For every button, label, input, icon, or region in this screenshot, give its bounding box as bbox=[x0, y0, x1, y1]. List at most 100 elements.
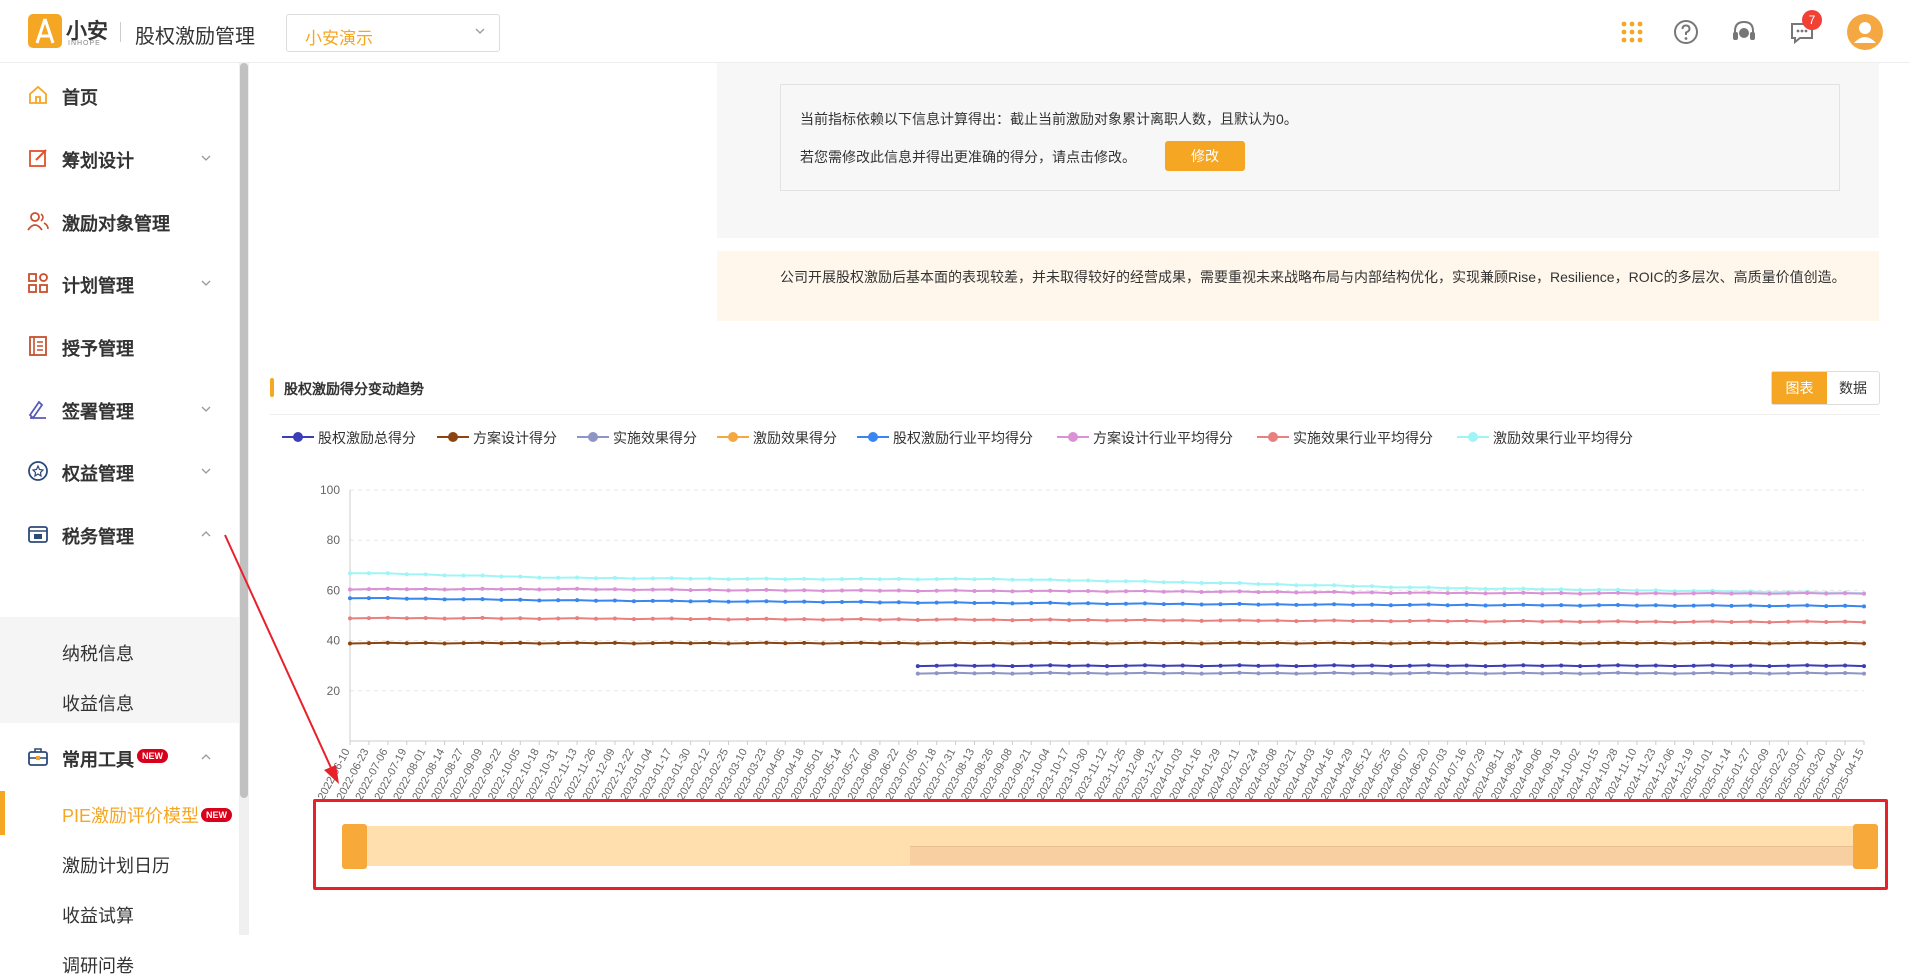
data-point bbox=[612, 640, 617, 645]
data-point bbox=[1294, 590, 1299, 595]
sidebar-item-planning[interactable]: 筹划设计 bbox=[0, 133, 240, 183]
data-point bbox=[1199, 590, 1204, 594]
data-point bbox=[366, 587, 371, 592]
data-point bbox=[1142, 663, 1147, 668]
data-point bbox=[1010, 618, 1015, 623]
data-point bbox=[1048, 617, 1053, 622]
data-point bbox=[1105, 641, 1109, 646]
data-point bbox=[1275, 640, 1280, 645]
sidebar-subitem-income-calc[interactable]: 收益试算 bbox=[62, 902, 134, 928]
data-point bbox=[1029, 641, 1034, 646]
data-point bbox=[1237, 601, 1242, 606]
data-point bbox=[764, 599, 769, 604]
data-point bbox=[499, 641, 504, 646]
data-point bbox=[480, 640, 485, 645]
y-tick-label: 40 bbox=[327, 634, 341, 648]
data-point bbox=[631, 641, 636, 646]
sidebar-item-equity[interactable]: 权益管理 bbox=[0, 446, 240, 496]
tab-chart[interactable]: 图表 bbox=[1772, 372, 1827, 404]
data-point bbox=[1388, 664, 1393, 669]
data-point bbox=[934, 577, 939, 582]
data-point bbox=[575, 598, 580, 603]
modify-button[interactable]: 修改 bbox=[1165, 141, 1245, 171]
data-point bbox=[821, 577, 826, 582]
data-point bbox=[1086, 617, 1091, 622]
legend-marker bbox=[1057, 432, 1089, 442]
data-point bbox=[972, 641, 977, 646]
data-point bbox=[859, 640, 863, 645]
data-point bbox=[802, 599, 807, 604]
data-point bbox=[1710, 591, 1715, 595]
data-point bbox=[1729, 603, 1734, 608]
data-point bbox=[480, 615, 485, 620]
apps-grid-icon[interactable] bbox=[1618, 18, 1646, 46]
data-point bbox=[1218, 641, 1223, 646]
data-point bbox=[1710, 603, 1715, 608]
data-point bbox=[1616, 619, 1620, 624]
data-point bbox=[1086, 671, 1091, 675]
data-point bbox=[1332, 663, 1337, 668]
data-point bbox=[934, 600, 939, 605]
sidebar-subitem-calendar[interactable]: 激励计划日历 bbox=[62, 852, 170, 878]
sidebar-subitem-income-info[interactable]: 收益信息 bbox=[62, 690, 134, 716]
data-point bbox=[1672, 603, 1677, 608]
data-point bbox=[366, 596, 371, 601]
data-point bbox=[556, 587, 561, 592]
data-point bbox=[1123, 641, 1128, 646]
avatar[interactable] bbox=[1847, 14, 1883, 50]
data-point bbox=[1256, 663, 1261, 668]
sidebar-item-home[interactable]: 首页 bbox=[0, 70, 240, 120]
data-point bbox=[821, 617, 826, 622]
data-point bbox=[1275, 582, 1280, 587]
sidebar-item-plan-management[interactable]: 计划管理 bbox=[0, 258, 240, 308]
data-point bbox=[594, 641, 598, 646]
data-point bbox=[1559, 640, 1564, 645]
sidebar-item-tools[interactable]: 常用工具 NEW bbox=[0, 732, 240, 782]
sidebar-item-signing[interactable]: 签署管理 bbox=[0, 384, 240, 434]
data-point bbox=[1029, 663, 1034, 668]
data-point bbox=[650, 576, 655, 581]
data-point bbox=[1048, 640, 1053, 645]
data-point bbox=[1086, 601, 1091, 606]
conclusion-panel: 公司开展股权激励后基本面的表现较差，并未取得较好的经营成果，需要重视未来战略布局… bbox=[717, 251, 1879, 321]
tab-data[interactable]: 数据 bbox=[1827, 372, 1879, 404]
legend-marker bbox=[1457, 432, 1489, 442]
data-point bbox=[1559, 591, 1564, 595]
data-point bbox=[669, 576, 674, 581]
data-point bbox=[707, 616, 712, 621]
data-point bbox=[1010, 589, 1015, 594]
data-point bbox=[1672, 641, 1677, 646]
data-point bbox=[991, 663, 996, 668]
sidebar-item-incentive-targets[interactable]: 激励对象管理 bbox=[0, 196, 240, 246]
data-point bbox=[726, 577, 731, 582]
data-point bbox=[991, 588, 996, 593]
company-select[interactable]: 小安演示 bbox=[286, 14, 500, 52]
data-point bbox=[745, 588, 750, 593]
data-point bbox=[1578, 664, 1583, 669]
data-point bbox=[348, 616, 352, 621]
data-point bbox=[612, 587, 617, 592]
help-icon[interactable] bbox=[1672, 18, 1700, 46]
data-point bbox=[953, 640, 958, 645]
customer-service-icon[interactable] bbox=[1730, 18, 1758, 46]
sidebar-item-tax[interactable]: 税务管理 bbox=[0, 509, 240, 559]
data-point bbox=[1370, 640, 1374, 645]
legend-label: 方案设计行业平均得分 bbox=[1093, 430, 1233, 446]
sidebar-item-grant-management[interactable]: 授予管理 bbox=[0, 321, 240, 371]
legend-marker bbox=[857, 432, 889, 442]
data-point bbox=[385, 615, 390, 620]
chevron-up-icon bbox=[201, 531, 211, 537]
sign-icon bbox=[28, 400, 46, 420]
data-point bbox=[764, 576, 769, 581]
data-point bbox=[1407, 641, 1412, 646]
sidebar-subitem-tax-info[interactable]: 纳税信息 bbox=[62, 640, 134, 666]
data-point bbox=[1256, 590, 1261, 595]
data-point bbox=[1843, 671, 1848, 675]
sidebar-scrollbar-thumb[interactable] bbox=[240, 63, 248, 798]
data-point bbox=[915, 618, 920, 622]
data-point bbox=[1691, 641, 1696, 646]
active-indicator bbox=[0, 791, 5, 835]
sidebar-subitem-pie-model[interactable]: PIE激励评价模型 bbox=[62, 802, 199, 828]
sidebar-subitem-survey[interactable]: 调研问卷 bbox=[62, 952, 134, 978]
data-point bbox=[1426, 585, 1431, 590]
